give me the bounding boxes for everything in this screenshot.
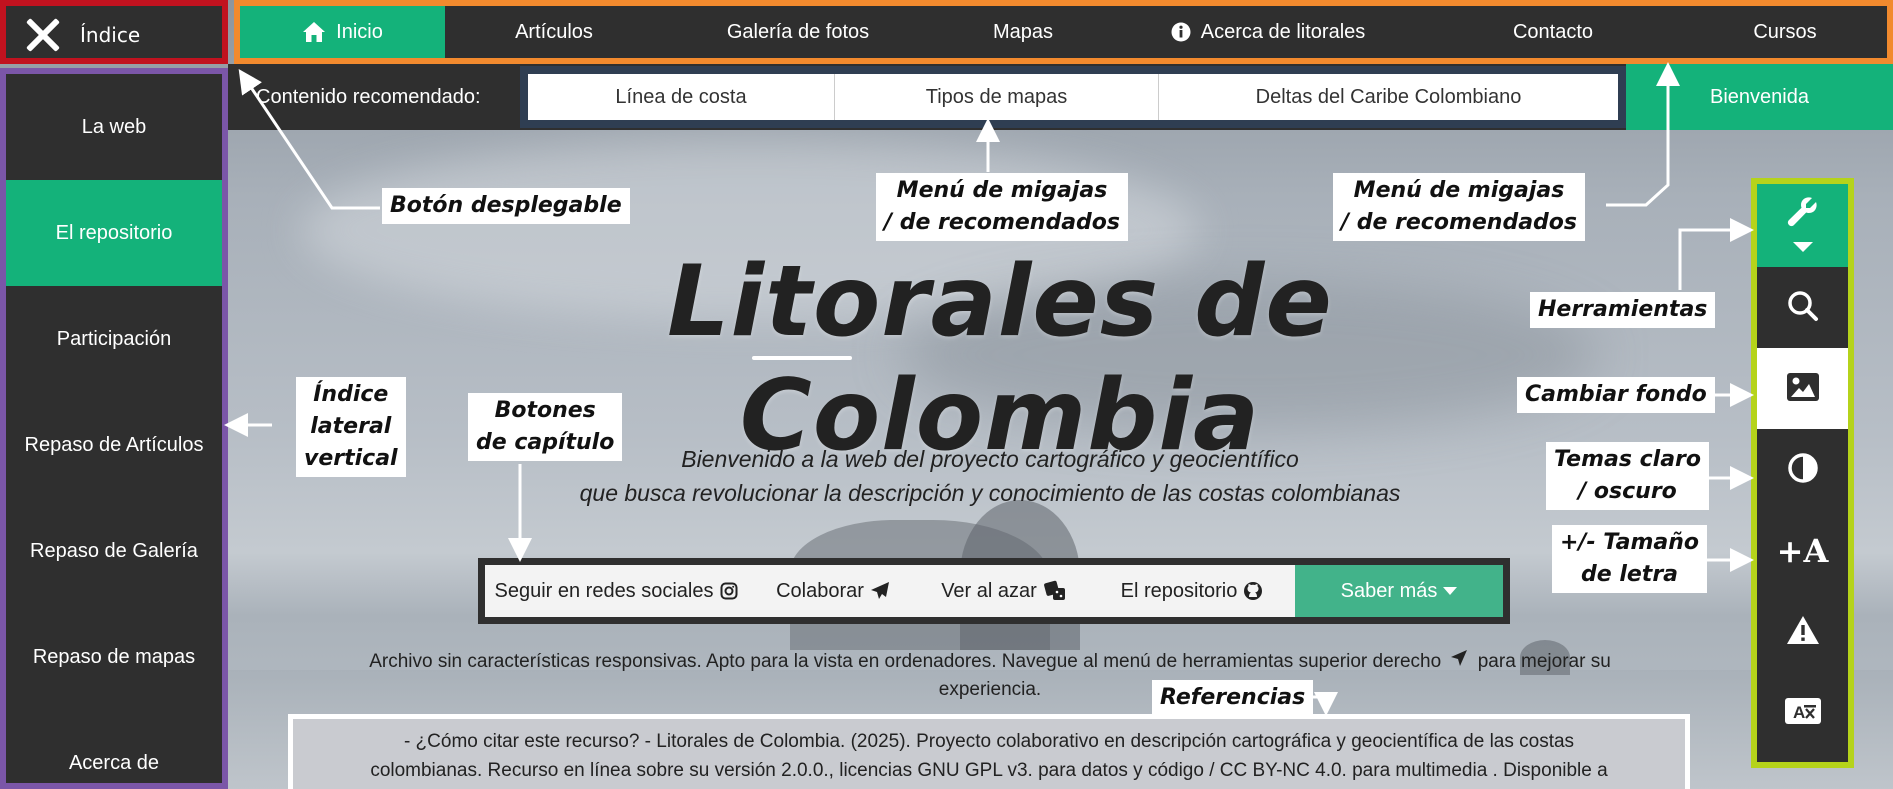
annotation-text: / de recomendados <box>884 210 1121 235</box>
annotation-tools: Herramientas <box>1530 292 1716 328</box>
annotation-text: / de recomendados <box>1341 210 1578 235</box>
annotation-text: Cambiar fondo <box>1525 382 1707 407</box>
annotation-text: de capítulo <box>476 430 615 455</box>
annotation-text: Referencias <box>1160 685 1306 710</box>
annotation-references: Referencias <box>1152 680 1314 716</box>
annotation-text: Botón desplegable <box>390 193 622 218</box>
annotation-text: lateral <box>310 414 392 439</box>
annotation-text: Menú de migajas <box>1353 178 1565 203</box>
annotation-breadcrumb-right: Menú de migajas / de recomendados <box>1333 173 1586 241</box>
annotation-text: Botones <box>494 398 596 423</box>
annotation-text: Menú de migajas <box>896 178 1108 203</box>
annotation-text: Índice <box>313 382 389 407</box>
annotation-breadcrumb: Menú de migajas / de recomendados <box>876 173 1129 241</box>
annotation-text: +/- Tamaño <box>1560 530 1700 555</box>
annotation-change-background: Cambiar fondo <box>1517 377 1715 413</box>
annotation-chapter-buttons: Botones de capítulo <box>468 393 623 461</box>
annotation-text: vertical <box>304 446 398 471</box>
annotation-text: de letra <box>1581 562 1679 587</box>
annotation-text: / oscuro <box>1578 479 1677 504</box>
annotation-text: Temas claro <box>1554 447 1702 472</box>
annotation-text: Herramientas <box>1538 297 1708 322</box>
annotation-themes: Temas claro / oscuro <box>1546 442 1710 510</box>
annotation-dropdown-button: Botón desplegable <box>382 188 630 224</box>
annotation-font-size: +/- Tamaño de letra <box>1552 525 1708 593</box>
annotation-vertical-index: Índice lateral vertical <box>296 377 406 477</box>
